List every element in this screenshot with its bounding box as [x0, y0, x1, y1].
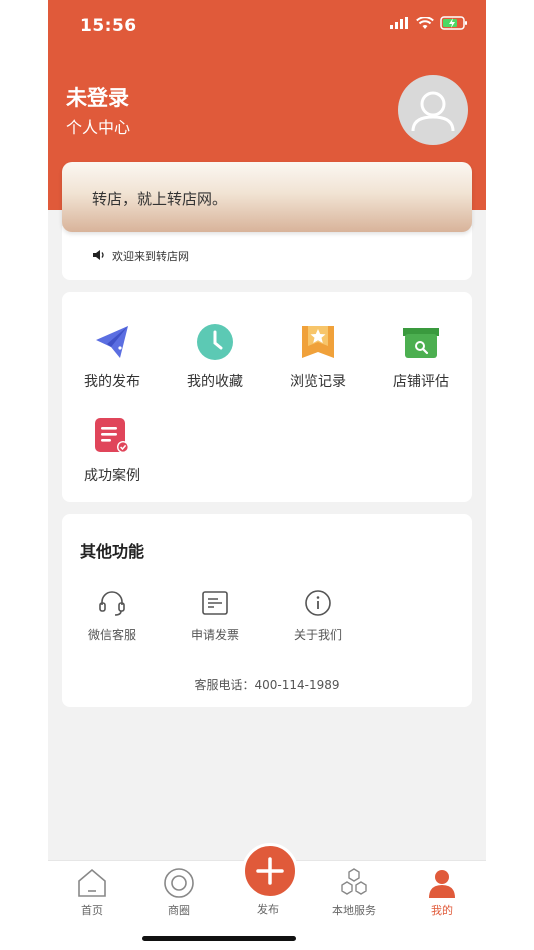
menu-item-favorites[interactable]: 我的收藏	[165, 322, 265, 391]
menu-item-success-cases[interactable]: 成功案例	[62, 416, 162, 485]
document-check-icon	[95, 418, 129, 453]
banner-text: 转店，就上转店网。	[92, 190, 228, 208]
battery-icon	[440, 16, 467, 30]
status-time: 15:56	[80, 16, 137, 36]
hexagons-icon	[341, 868, 367, 895]
home-indicator	[142, 936, 296, 941]
menu-item-history[interactable]: 浏览记录	[268, 322, 368, 391]
signal-icon	[390, 17, 408, 29]
paper-plane-icon	[96, 326, 128, 358]
home-icon	[78, 868, 106, 897]
tab-label-publish[interactable]: 发布	[218, 901, 318, 917]
other-item-about[interactable]: 关于我们	[278, 588, 358, 643]
status-icons	[390, 16, 468, 30]
other-item-label: 微信客服	[87, 628, 136, 642]
avatar-person-icon	[411, 91, 455, 132]
phone-screen: 15:56 未登录 个人中心 欢迎来到转店网 转店，就上转店网。 我的发布 我的…	[48, 0, 486, 950]
menu-item-my-posts[interactable]: 我的发布	[62, 322, 162, 391]
menu-card: 我的发布 我的收藏 浏览记录 店铺评估 成功案例	[62, 292, 472, 502]
tab-mine[interactable]: 我的	[398, 867, 486, 918]
info-icon	[305, 590, 331, 616]
speaker-icon	[93, 250, 104, 260]
plus-icon	[256, 857, 284, 885]
notice-text: 欢迎来到转店网	[112, 250, 189, 263]
menu-label: 浏览记录	[290, 374, 346, 390]
avatar[interactable]	[398, 75, 468, 145]
menu-item-store-eval[interactable]: 店铺评估	[371, 322, 471, 391]
service-phone[interactable]: 客服电话：400-114-1989	[62, 676, 472, 693]
other-item-invoice[interactable]: 申请发票	[175, 588, 255, 643]
other-functions-card: 其他功能 微信客服 申请发票 关于我们 客服电话：400-114-1989	[62, 514, 472, 707]
other-item-label: 申请发票	[190, 628, 239, 642]
person-icon	[429, 870, 455, 898]
tab-label: 商圈	[168, 904, 190, 917]
clock-icon	[197, 324, 233, 360]
tab-home[interactable]: 首页	[48, 867, 136, 918]
banner[interactable]: 转店，就上转店网。	[62, 162, 472, 232]
tab-label: 本地服务	[332, 904, 376, 917]
wifi-icon	[416, 16, 434, 29]
circle-target-icon	[164, 868, 194, 898]
other-item-label: 关于我们	[293, 628, 342, 642]
bookmark-star-icon	[302, 326, 334, 358]
store-search-icon	[403, 328, 439, 358]
tab-label: 我的	[431, 904, 453, 917]
user-subtitle: 个人中心	[66, 118, 131, 137]
publish-button[interactable]	[242, 843, 298, 899]
user-name[interactable]: 未登录	[66, 82, 129, 112]
notice-card: 欢迎来到转店网	[62, 226, 472, 280]
other-functions-title: 其他功能	[80, 542, 145, 561]
menu-label: 成功案例	[84, 468, 140, 484]
menu-label: 我的发布	[84, 374, 140, 390]
tab-business-district[interactable]: 商圈	[135, 867, 223, 918]
status-bar: 15:56	[48, 0, 486, 52]
tab-label: 首页	[81, 904, 103, 917]
other-item-wechat-service[interactable]: 微信客服	[72, 588, 152, 643]
tab-local-services[interactable]: 本地服务	[310, 867, 398, 918]
invoice-icon	[202, 591, 228, 615]
menu-label: 店铺评估	[393, 374, 449, 390]
headset-icon	[99, 591, 125, 616]
menu-label: 我的收藏	[187, 374, 243, 390]
